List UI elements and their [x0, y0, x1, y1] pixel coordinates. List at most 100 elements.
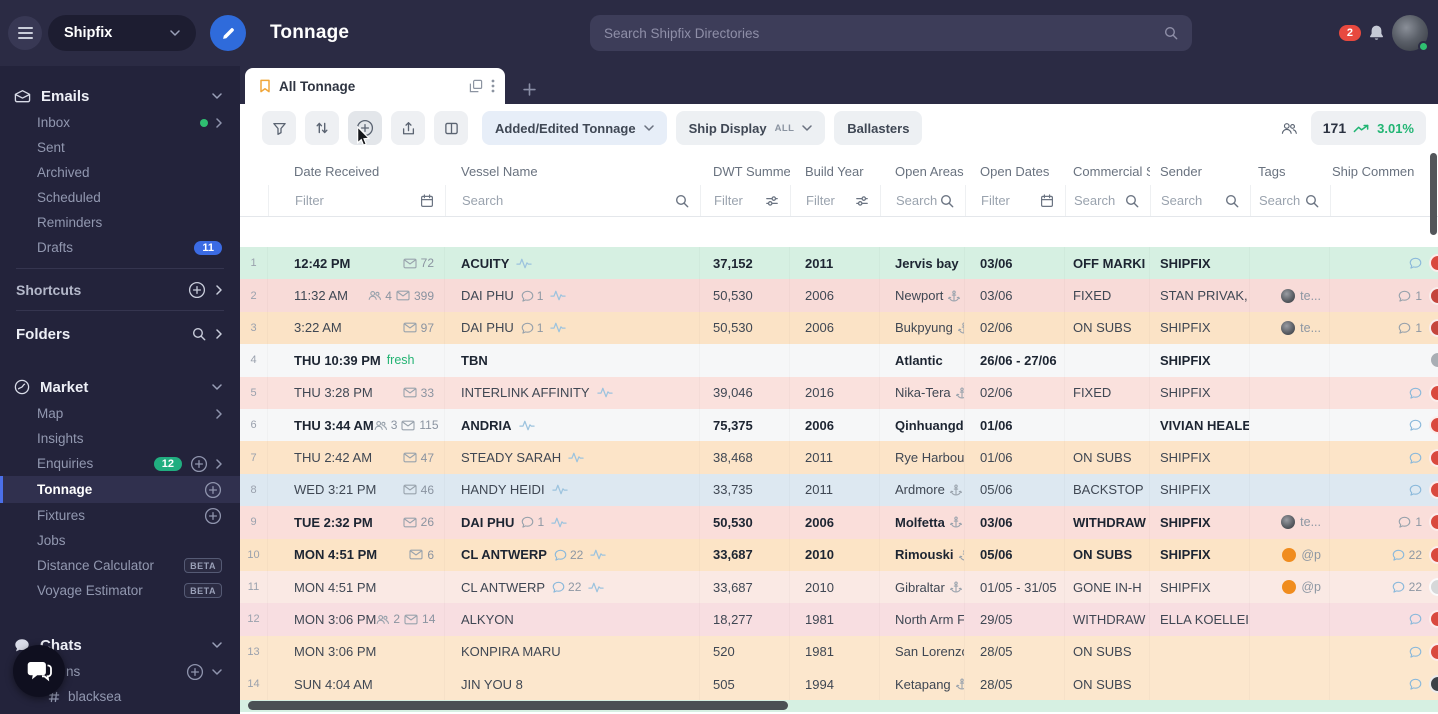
cell-ship-comments[interactable]: [1330, 603, 1438, 635]
new-tab-button[interactable]: [523, 83, 536, 96]
cell-date-received[interactable]: THU 3:28 PM 33: [268, 377, 445, 409]
cell-open-areas[interactable]: Bukpyung: [880, 312, 965, 344]
columns-button[interactable]: [434, 111, 468, 145]
table-row[interactable]: 14 SUN 4:04 AM JIN YOU 8 505 1994 Ketapang 28/…: [240, 668, 1438, 701]
cell-ship-comments[interactable]: 1: [1330, 312, 1438, 344]
cell-open-areas[interactable]: Gibraltar: [880, 571, 965, 603]
cell-date-received[interactable]: 3:22 AM 97: [268, 312, 445, 344]
cell-ship-comments[interactable]: 1: [1330, 279, 1438, 311]
cell-open-dates[interactable]: 02/06: [965, 377, 1065, 409]
vessel-comments[interactable]: 22: [554, 548, 583, 562]
column-header-date-received[interactable]: Date Received: [268, 164, 445, 179]
compose-button[interactable]: [210, 15, 246, 51]
cell-build-year[interactable]: 2016: [790, 377, 880, 409]
cell-open-areas[interactable]: San Lorenzo: [880, 636, 965, 668]
cell-ship-comments[interactable]: 22: [1330, 539, 1438, 571]
table-row[interactable]: 7 THU 2:42 AM 47 STEADY SARAH 38,468 2011 Rye …: [240, 441, 1438, 474]
table-row[interactable]: 13 MON 3:06 PM KONPIRA MARU 520 1981 San Lore…: [240, 635, 1438, 669]
cell-open-areas[interactable]: Ardmore: [880, 474, 965, 506]
table-row[interactable]: 12 MON 3:06 PM 2 14 ALKYON 18,277 1981 North Ar…: [240, 603, 1438, 636]
column-filter-open-dates[interactable]: Filter: [965, 185, 1065, 216]
cell-sender[interactable]: SHIPFIX: [1150, 344, 1250, 376]
cell-commercial-status[interactable]: WITHDRAW: [1065, 506, 1150, 538]
cell-open-areas[interactable]: Nika-Tera: [880, 377, 965, 409]
cell-sender[interactable]: SHIPFIX: [1150, 247, 1250, 279]
cell-date-received[interactable]: MON 4:51 PM: [268, 571, 445, 603]
cell-tags[interactable]: [1250, 409, 1330, 441]
avatar[interactable]: [1392, 15, 1429, 52]
cell-build-year[interactable]: 1981: [790, 636, 880, 668]
vessel-comments[interactable]: 1: [521, 289, 543, 303]
cell-open-dates[interactable]: 03/06: [965, 506, 1065, 538]
cell-open-dates[interactable]: 01/06: [965, 409, 1065, 441]
cell-open-areas[interactable]: Atlantic: [880, 344, 965, 376]
cell-dwt-summer[interactable]: 39,046: [700, 377, 790, 409]
cell-vessel-name[interactable]: DAI PHU 1: [445, 312, 700, 344]
sidebar-item-distance-calculator[interactable]: Distance Calculator BETA: [0, 553, 240, 578]
column-header-open-dates[interactable]: Open Dates: [965, 164, 1065, 179]
cell-tags[interactable]: [1250, 344, 1330, 376]
cell-date-received[interactable]: WED 3:21 PM 46: [268, 474, 445, 506]
cell-sender[interactable]: SHIPFIX: [1150, 474, 1250, 506]
recipients-button[interactable]: [1277, 118, 1301, 139]
table-row[interactable]: 5 THU 3:28 PM 33 INTERLINK AFFINITY 39,046 20…: [240, 376, 1438, 409]
cell-vessel-name[interactable]: JIN YOU 8: [445, 668, 700, 700]
cell-dwt-summer[interactable]: 505: [700, 668, 790, 700]
cell-date-received[interactable]: 12:42 PM 72: [268, 247, 445, 279]
cell-dwt-summer[interactable]: 50,530: [700, 506, 790, 538]
column-filter-open-areas[interactable]: Search: [880, 185, 965, 216]
cell-commercial-status[interactable]: ON SUBS: [1065, 668, 1150, 700]
sidebar-item-sent[interactable]: Sent: [0, 135, 240, 160]
cell-commercial-status[interactable]: FIXED: [1065, 279, 1150, 311]
cell-dwt-summer[interactable]: 33,735: [700, 474, 790, 506]
cell-sender[interactable]: SHIPFIX: [1150, 506, 1250, 538]
cell-build-year[interactable]: 1994: [790, 668, 880, 700]
cell-open-dates[interactable]: 03/06: [965, 279, 1065, 311]
cell-build-year[interactable]: 2010: [790, 571, 880, 603]
notification-badge[interactable]: 2: [1338, 25, 1361, 41]
sidebar-item-enquiries[interactable]: Enquiries 12: [0, 451, 240, 476]
cell-sender[interactable]: SHIPFIX: [1150, 441, 1250, 473]
cell-tags[interactable]: te...: [1250, 279, 1330, 311]
cell-commercial-status[interactable]: ON SUBS: [1065, 441, 1150, 473]
cell-vessel-name[interactable]: KONPIRA MARU: [445, 636, 700, 668]
sidebar-section-emails[interactable]: Emails: [0, 82, 240, 110]
cell-build-year[interactable]: 2006: [790, 506, 880, 538]
cell-build-year[interactable]: 2006: [790, 312, 880, 344]
column-header-dwt-summer[interactable]: DWT Summer: [700, 164, 790, 179]
cell-ship-comments[interactable]: [1330, 636, 1438, 668]
cell-date-received[interactable]: 11:32 AM 4 399: [268, 279, 445, 311]
cell-date-received[interactable]: MON 4:51 PM 6: [268, 539, 445, 571]
table-row[interactable]: 4 THU 10:39 PM fresh TBN Atlantic 26/06 - 27/…: [240, 344, 1438, 377]
add-tonnage-button[interactable]: [348, 111, 382, 145]
column-filter-sender[interactable]: Search: [1150, 185, 1250, 216]
cell-commercial-status[interactable]: ON SUBS: [1065, 636, 1150, 668]
cell-sender[interactable]: VIVIAN HEALE: [1150, 409, 1250, 441]
cell-open-dates[interactable]: 28/05: [965, 636, 1065, 668]
cell-open-areas[interactable]: North Arm Fra: [880, 603, 965, 635]
vessel-comments[interactable]: 22: [552, 580, 581, 594]
cell-commercial-status[interactable]: [1065, 344, 1150, 376]
cell-date-received[interactable]: MON 3:06 PM 2 14: [268, 603, 445, 635]
cell-ship-comments[interactable]: [1330, 474, 1438, 506]
cell-open-dates[interactable]: 01/06: [965, 441, 1065, 473]
cell-open-dates[interactable]: 05/06: [965, 539, 1065, 571]
table-row[interactable]: 11 MON 4:51 PM CL ANTWERP 22 33,687 2010 Gibra…: [240, 570, 1438, 604]
cell-tags[interactable]: [1250, 441, 1330, 473]
cell-tags[interactable]: [1250, 668, 1330, 700]
cell-ship-comments[interactable]: [1330, 247, 1438, 279]
cell-ship-comments[interactable]: [1330, 668, 1438, 700]
cell-open-dates[interactable]: 28/05: [965, 668, 1065, 700]
column-header-build-year[interactable]: Build Year: [790, 164, 880, 179]
cell-vessel-name[interactable]: DAI PHU 1: [445, 506, 700, 538]
export-button[interactable]: [391, 111, 425, 145]
cell-sender[interactable]: STAN PRIVAK,: [1150, 279, 1250, 311]
cell-ship-comments[interactable]: 22: [1330, 571, 1438, 603]
cell-vessel-name[interactable]: TBN: [445, 344, 700, 376]
column-filter-commercial-s[interactable]: Search: [1065, 185, 1150, 216]
cell-sender[interactable]: SHIPFIX: [1150, 539, 1250, 571]
cell-tags[interactable]: @p: [1250, 539, 1330, 571]
cell-commercial-status[interactable]: OFF MARKI: [1065, 247, 1150, 279]
sidebar-item-folders[interactable]: Folders: [0, 319, 240, 349]
cell-ship-comments[interactable]: [1330, 409, 1438, 441]
